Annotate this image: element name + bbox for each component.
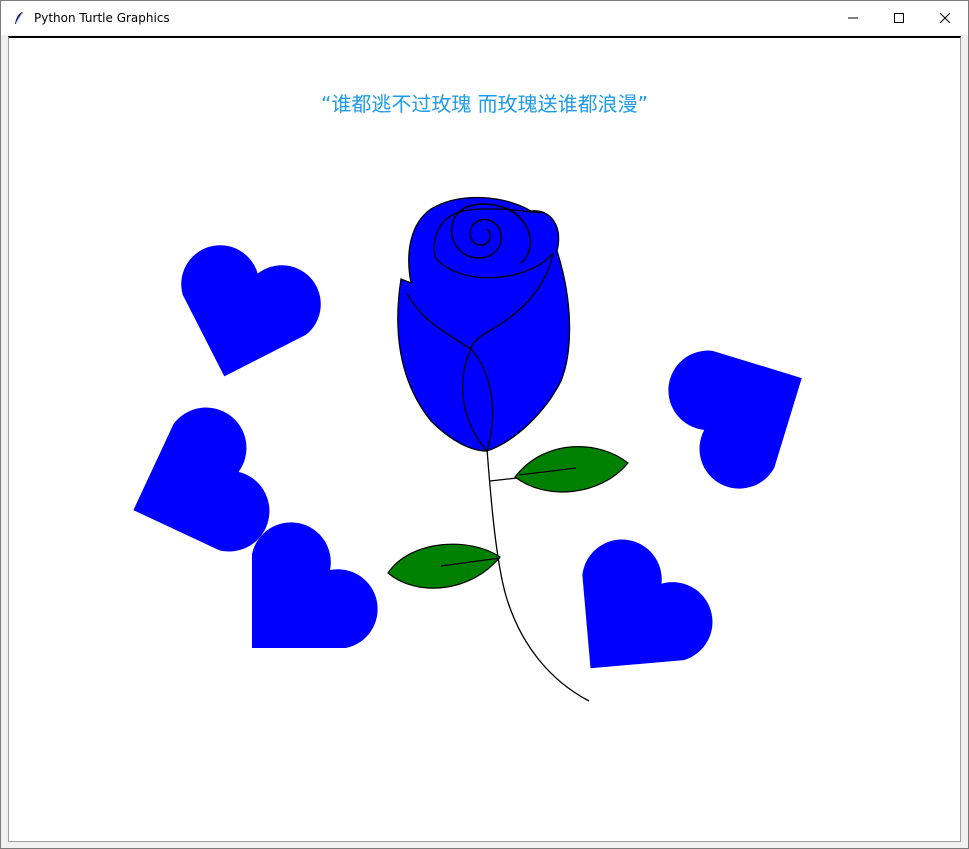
maximize-icon bbox=[894, 13, 904, 23]
window-title: Python Turtle Graphics bbox=[34, 11, 170, 25]
turtle-window: Python Turtle Graphics “谁都逃不过玫瑰 而玫瑰送谁都浪漫… bbox=[0, 0, 969, 849]
feather-icon bbox=[11, 10, 27, 26]
turtle-canvas-frame: “谁都逃不过玫瑰 而玫瑰送谁都浪漫” bbox=[8, 36, 961, 842]
rose-drawing bbox=[133, 196, 802, 702]
leaf-upper bbox=[514, 446, 629, 493]
heart-shape bbox=[181, 245, 321, 377]
heart-shape bbox=[668, 350, 802, 489]
turtle-canvas[interactable]: “谁都逃不过玫瑰 而玫瑰送谁都浪漫” bbox=[9, 38, 960, 841]
maximize-button[interactable] bbox=[876, 1, 922, 35]
stem-branch bbox=[489, 477, 518, 482]
minimize-icon bbox=[848, 17, 858, 19]
minimize-button[interactable] bbox=[830, 1, 876, 35]
close-icon bbox=[940, 13, 950, 23]
heart-shape bbox=[582, 539, 713, 669]
rose-bloom bbox=[397, 196, 571, 452]
close-button[interactable] bbox=[922, 1, 968, 35]
title-bar[interactable]: Python Turtle Graphics bbox=[1, 1, 968, 35]
window-controls bbox=[830, 1, 968, 35]
